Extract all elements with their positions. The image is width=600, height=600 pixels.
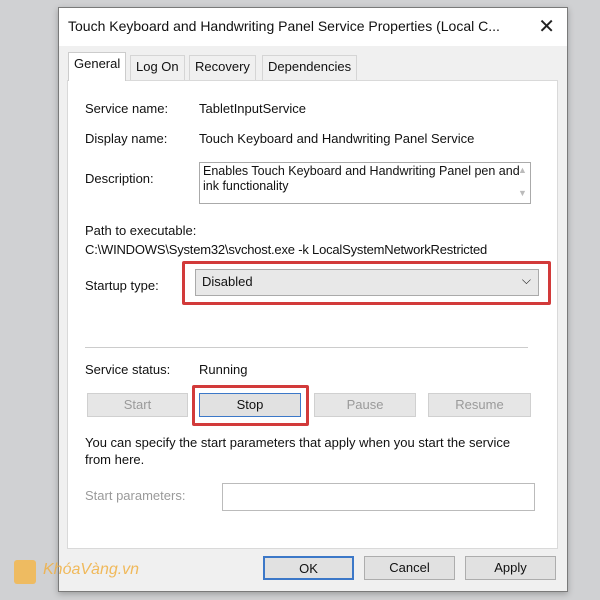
ok-button[interactable]: OK bbox=[263, 556, 354, 580]
tab-general[interactable]: General bbox=[68, 52, 127, 81]
description-box[interactable]: Enables Touch Keyboard and Handwriting P… bbox=[199, 162, 531, 204]
watermark-logo-icon bbox=[14, 560, 36, 584]
start-parameters-input[interactable] bbox=[222, 483, 535, 511]
service-name-label: Service name: bbox=[85, 101, 169, 116]
title-bar: Touch Keyboard and Handwriting Panel Ser… bbox=[59, 8, 567, 46]
path-value: C:\WINDOWS\System32\svchost.exe -k Local… bbox=[85, 242, 488, 257]
tab-dependencies[interactable]: Dependencies bbox=[262, 55, 358, 80]
description-label: Description: bbox=[85, 171, 154, 186]
pause-button[interactable]: Pause bbox=[314, 393, 416, 417]
service-name-value: TabletInputService bbox=[199, 101, 306, 116]
service-status-value: Running bbox=[199, 362, 248, 377]
startup-highlight bbox=[182, 261, 551, 305]
tab-log-on[interactable]: Log On bbox=[130, 55, 185, 80]
start-parameters-label: Start parameters: bbox=[85, 488, 186, 503]
divider bbox=[85, 347, 528, 348]
scrollbar[interactable]: ▲ ▼ bbox=[515, 163, 530, 203]
tab-recovery[interactable]: Recovery bbox=[189, 55, 256, 80]
description-text: Enables Touch Keyboard and Handwriting P… bbox=[203, 164, 520, 193]
watermark-text: KhóaVàng.vn bbox=[43, 561, 140, 578]
service-status-label: Service status: bbox=[85, 362, 171, 377]
window-title: Touch Keyboard and Handwriting Panel Ser… bbox=[68, 18, 500, 34]
close-icon[interactable]: ✕ bbox=[538, 14, 555, 39]
general-panel: Service name: TabletInputService Display… bbox=[67, 80, 558, 549]
cancel-button[interactable]: Cancel bbox=[364, 556, 455, 580]
start-button[interactable]: Start bbox=[87, 393, 188, 417]
scroll-down-icon[interactable]: ▼ bbox=[515, 186, 530, 201]
service-properties-dialog: Touch Keyboard and Handwriting Panel Ser… bbox=[58, 7, 568, 592]
apply-button[interactable]: Apply bbox=[465, 556, 556, 580]
startup-type-label: Startup type: bbox=[85, 278, 159, 293]
start-parameters-hint: You can specify the start parameters tha… bbox=[85, 435, 511, 467]
stop-highlight bbox=[192, 385, 309, 426]
path-label: Path to executable: bbox=[85, 223, 197, 238]
display-name-value: Touch Keyboard and Handwriting Panel Ser… bbox=[199, 131, 475, 146]
scroll-up-icon[interactable]: ▲ bbox=[515, 163, 530, 178]
display-name-label: Display name: bbox=[85, 131, 168, 146]
resume-button[interactable]: Resume bbox=[428, 393, 531, 417]
